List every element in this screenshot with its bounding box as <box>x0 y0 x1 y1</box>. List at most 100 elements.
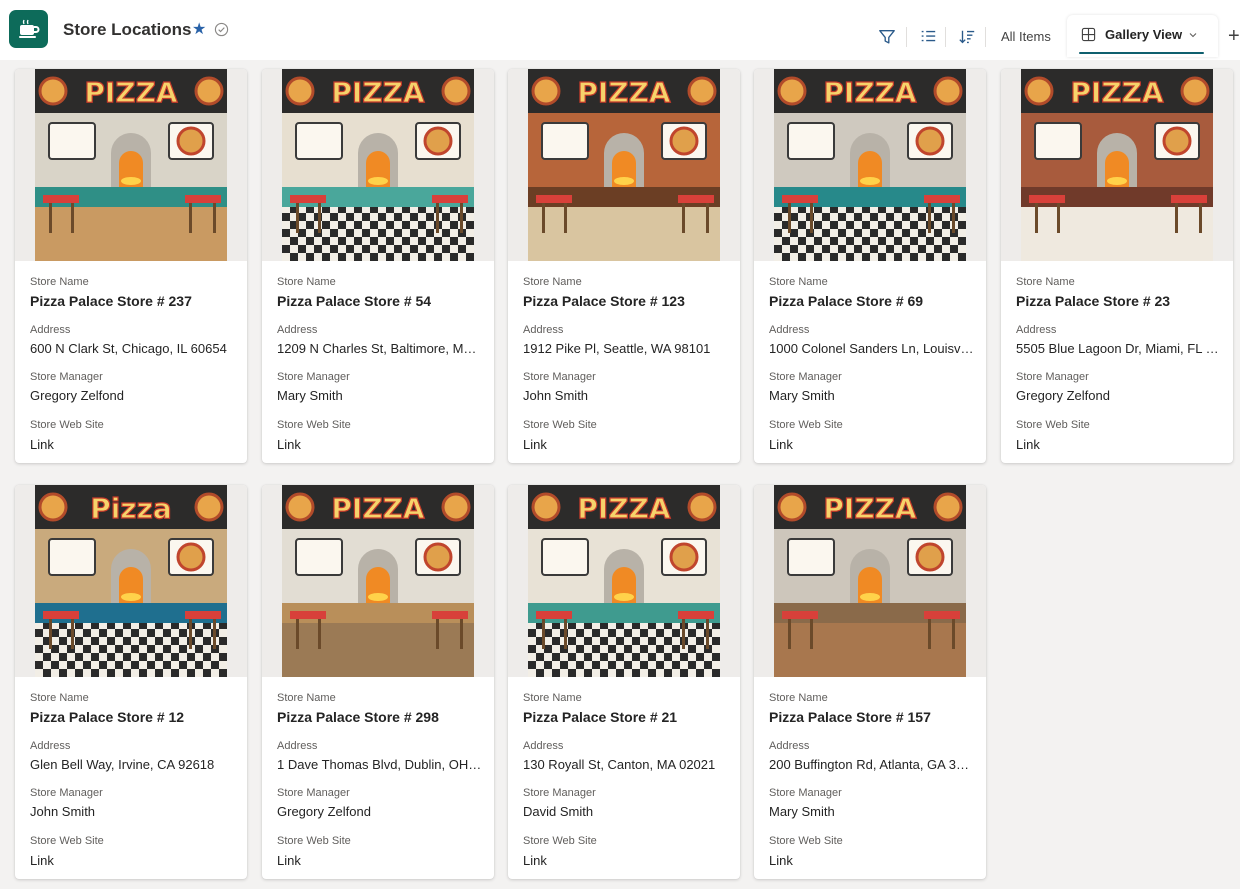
web-site-link[interactable]: Link <box>30 437 54 452</box>
edit-list-button[interactable] <box>917 26 939 48</box>
address-label: Address <box>769 740 810 752</box>
store-manager-value: Gregory Zelfond <box>30 388 124 403</box>
store-photo: PIZZA <box>282 485 474 677</box>
address-value: 1 Dave Thomas Blvd, Dublin, OH 43017 <box>277 757 482 772</box>
address-value: 200 Buffington Rd, Atlanta, GA 30349 <box>769 757 974 772</box>
coffee-cup-icon[interactable] <box>9 10 48 48</box>
store-name-value: Pizza Palace Store # 21 <box>523 709 678 725</box>
view-tab-gallery[interactable]: Gallery View <box>1067 15 1218 57</box>
store-sign-text: PIZZA <box>1070 76 1164 109</box>
store-manager-label: Store Manager <box>277 371 350 383</box>
store-manager-value: Mary Smith <box>277 388 343 403</box>
plus-icon[interactable]: + <box>1228 26 1240 46</box>
store-name-value: Pizza Palace Store # 123 <box>523 293 685 309</box>
store-name-label: Store Name <box>30 692 89 704</box>
store-photo: PIZZA <box>282 69 474 261</box>
store-name-label: Store Name <box>30 276 89 288</box>
filter-button[interactable] <box>876 26 898 48</box>
web-site-link[interactable]: Link <box>277 437 301 452</box>
web-site-label: Store Web Site <box>523 835 597 847</box>
toolbar-divider <box>985 27 986 47</box>
gallery-card[interactable]: PIZZA Store Name <box>508 485 740 879</box>
web-site-link[interactable]: Link <box>277 853 301 868</box>
store-manager-label: Store Manager <box>30 787 103 799</box>
store-manager-value: Mary Smith <box>769 388 835 403</box>
web-site-label: Store Web Site <box>30 835 104 847</box>
address-label: Address <box>523 324 564 336</box>
address-label: Address <box>523 740 564 752</box>
web-site-label: Store Web Site <box>1016 419 1090 431</box>
sort-icon <box>959 30 975 44</box>
web-site-label: Store Web Site <box>30 419 104 431</box>
store-manager-label: Store Manager <box>30 371 103 383</box>
store-manager-value: John Smith <box>523 388 589 403</box>
web-site-label: Store Web Site <box>523 419 597 431</box>
address-value: 1000 Colonel Sanders Ln, Louisville, KY <box>769 341 974 356</box>
gallery-card[interactable]: Pizza Store Name Pizza Palace Store # 12… <box>15 485 247 879</box>
chevron-down-icon <box>1189 32 1197 37</box>
page-title: Store Locations <box>63 20 192 39</box>
store-name-label: Store Name <box>769 276 828 288</box>
store-name-label: Store Name <box>523 692 582 704</box>
store-sign-text: PIZZA <box>577 76 671 109</box>
web-site-link[interactable]: Link <box>769 437 793 452</box>
store-sign-text: PIZZA <box>823 492 917 525</box>
view-all-items[interactable]: All Items <box>1001 29 1051 44</box>
address-label: Address <box>30 740 71 752</box>
store-name-value: Pizza Palace Store # 23 <box>1016 293 1171 309</box>
store-sign-text: PIZZA <box>823 76 917 109</box>
store-name-label: Store Name <box>769 692 828 704</box>
web-site-label: Store Web Site <box>277 835 351 847</box>
gallery-card[interactable]: PIZZA Store Name <box>15 69 247 463</box>
address-value: Glen Bell Way, Irvine, CA 92618 <box>30 757 215 772</box>
gallery-card[interactable]: PIZZA Store Name <box>754 485 986 879</box>
store-name-value: Pizza Palace Store # 157 <box>769 709 931 725</box>
store-sign-text: Pizza <box>90 492 172 525</box>
web-site-link[interactable]: Link <box>30 853 54 868</box>
store-sign-text: PIZZA <box>331 76 425 109</box>
store-manager-value: John Smith <box>30 804 96 819</box>
store-name-value: Pizza Palace Store # 237 <box>30 293 192 309</box>
gallery-card[interactable]: PIZZA Store Name <box>262 485 494 879</box>
address-value: 5505 Blue Lagoon Dr, Miami, FL 33126 <box>1016 341 1221 356</box>
store-photo: Pizza <box>35 485 227 677</box>
web-site-link[interactable]: Link <box>769 853 793 868</box>
store-photo: PIZZA <box>774 69 966 261</box>
web-site-link[interactable]: Link <box>523 853 547 868</box>
card-image-area: PIZZA <box>508 69 740 261</box>
toolbar-divider <box>945 27 946 47</box>
store-sign-text: PIZZA <box>84 76 178 109</box>
store-manager-label: Store Manager <box>523 787 596 799</box>
card-image-area: PIZZA <box>508 485 740 677</box>
card-image-area: PIZZA <box>754 69 986 261</box>
active-tab-indicator <box>1079 52 1204 54</box>
store-name-label: Store Name <box>1016 276 1075 288</box>
store-manager-value: David Smith <box>523 804 594 819</box>
gallery-card[interactable]: PIZZA Store Name <box>262 69 494 463</box>
store-manager-label: Store Manager <box>1016 371 1089 383</box>
store-sign-text: PIZZA <box>331 492 425 525</box>
store-manager-label: Store Manager <box>769 787 842 799</box>
web-site-link[interactable]: Link <box>523 437 547 452</box>
store-manager-value: Gregory Zelfond <box>277 804 371 819</box>
store-name-label: Store Name <box>277 692 336 704</box>
view-tab-label: Gallery View <box>1105 27 1183 42</box>
store-photo: PIZZA <box>35 69 227 261</box>
store-manager-label: Store Manager <box>277 787 350 799</box>
web-site-link[interactable]: Link <box>1016 437 1040 452</box>
card-image-area: PIZZA <box>1001 69 1233 261</box>
check-circle-icon[interactable] <box>214 22 229 37</box>
gallery-card[interactable]: PIZZA Store Name <box>508 69 740 463</box>
web-site-label: Store Web Site <box>769 419 843 431</box>
web-site-label: Store Web Site <box>769 835 843 847</box>
gallery-card[interactable]: PIZZA Store Name <box>754 69 986 463</box>
gallery-card[interactable]: PIZZA Store Name <box>1001 69 1233 463</box>
store-name-value: Pizza Palace Store # 12 <box>30 709 185 725</box>
sort-button[interactable] <box>956 26 978 48</box>
store-sign-text: PIZZA <box>577 492 671 525</box>
store-manager-label: Store Manager <box>523 371 596 383</box>
store-photo: PIZZA <box>528 485 720 677</box>
store-name-value: Pizza Palace Store # 298 <box>277 709 439 725</box>
star-icon[interactable]: ★ <box>192 20 206 40</box>
store-name-value: Pizza Palace Store # 54 <box>277 293 432 309</box>
